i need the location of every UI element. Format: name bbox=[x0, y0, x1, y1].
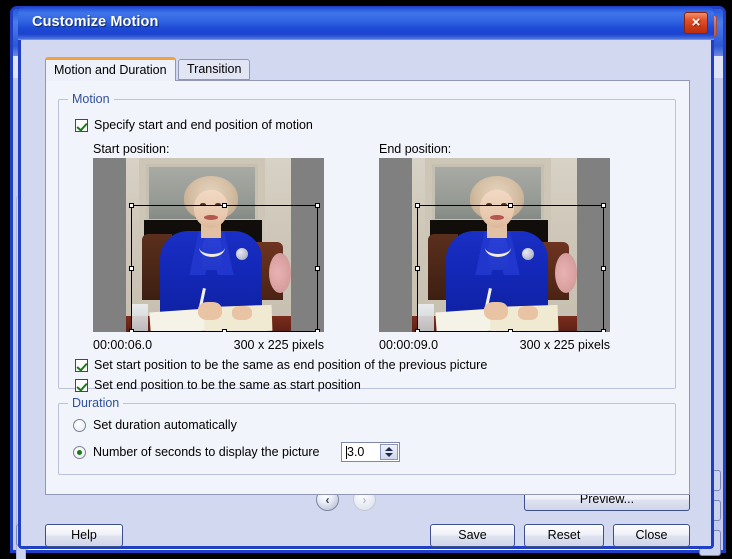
seconds-spinner-buttons[interactable] bbox=[380, 444, 398, 460]
set-duration-automatically-radio[interactable]: Set duration automatically bbox=[73, 418, 237, 432]
customize-motion-dialog: Customize Motion × Motion and Duration T… bbox=[18, 7, 714, 549]
resize-handle-e[interactable] bbox=[601, 265, 606, 271]
tab-transition[interactable]: Transition bbox=[178, 59, 251, 80]
resize-handle-ne[interactable] bbox=[315, 203, 320, 208]
sync-start-position-checkbox[interactable]: Set start position to be the same as end… bbox=[75, 358, 487, 372]
resize-handle-nw[interactable] bbox=[129, 203, 134, 208]
dialog-titlebar[interactable]: Customize Motion × bbox=[18, 7, 714, 40]
start-position-preview[interactable] bbox=[93, 158, 324, 332]
checkbox-icon bbox=[75, 118, 88, 132]
resize-handle-sw[interactable] bbox=[129, 329, 134, 332]
chevron-right-icon: › bbox=[362, 492, 367, 507]
resize-handle-ne[interactable] bbox=[601, 203, 606, 208]
spinner-down-icon[interactable] bbox=[385, 453, 393, 457]
end-position-preview[interactable] bbox=[379, 158, 610, 332]
dialog-body: Motion and Duration Transition Motion Sp… bbox=[21, 40, 711, 547]
reset-button[interactable]: Reset bbox=[524, 524, 604, 547]
resize-handle-se[interactable] bbox=[601, 329, 606, 332]
start-position-size: 300 x 225 pixels bbox=[233, 338, 324, 352]
dialog-title: Customize Motion bbox=[32, 14, 159, 30]
help-button[interactable]: Help bbox=[45, 524, 123, 547]
resize-handle-n[interactable] bbox=[221, 203, 227, 208]
tab-motion-and-duration[interactable]: Motion and Duration bbox=[45, 57, 176, 81]
resize-handle-w[interactable] bbox=[415, 265, 420, 271]
resize-handle-e[interactable] bbox=[315, 265, 320, 271]
specify-start-end-label: Specify start and end position of motion bbox=[94, 118, 313, 132]
specify-start-end-checkbox[interactable]: Specify start and end position of motion bbox=[75, 118, 313, 132]
duration-group: Duration Set duration automatically Numb… bbox=[58, 396, 676, 475]
resize-handle-s[interactable] bbox=[221, 329, 227, 332]
start-position-time: 00:00:06.0 bbox=[93, 338, 153, 352]
resize-handle-sw[interactable] bbox=[415, 329, 420, 332]
motion-group-title: Motion bbox=[68, 92, 114, 106]
end-position-size: 300 x 225 pixels bbox=[519, 338, 610, 352]
duration-group-title: Duration bbox=[68, 396, 124, 410]
seconds-value[interactable]: 3.0 bbox=[347, 445, 364, 459]
seconds-spinner[interactable]: 3.0 bbox=[341, 442, 400, 462]
tab-page-motion-and-duration: Motion Specify start and end position of… bbox=[45, 80, 690, 495]
resize-handle-w[interactable] bbox=[129, 265, 134, 271]
sync-start-position-label: Set start position to be the same as end… bbox=[94, 358, 488, 372]
start-position-selection-rect[interactable] bbox=[129, 203, 320, 332]
number-of-seconds-label: Number of seconds to display the picture bbox=[93, 445, 320, 459]
end-position-selection-rect[interactable] bbox=[415, 203, 606, 332]
close-icon: × bbox=[691, 14, 701, 31]
background-right-panel bbox=[699, 78, 723, 556]
spinner-up-icon[interactable] bbox=[385, 447, 393, 451]
checkbox-icon bbox=[75, 358, 88, 372]
resize-handle-n[interactable] bbox=[507, 203, 513, 208]
dialog-close-button[interactable]: × bbox=[684, 12, 708, 34]
start-position-label: Start position: bbox=[93, 142, 170, 156]
resize-handle-se[interactable] bbox=[315, 329, 320, 332]
sync-end-position-checkbox[interactable]: Set end position to be the same as start… bbox=[75, 378, 361, 392]
number-of-seconds-radio[interactable]: Number of seconds to display the picture bbox=[73, 445, 320, 459]
resize-handle-s[interactable] bbox=[507, 329, 513, 332]
end-position-time: 00:00:09.0 bbox=[379, 338, 439, 352]
motion-group: Motion Specify start and end position of… bbox=[58, 92, 676, 392]
chevron-left-icon: ‹ bbox=[325, 492, 330, 507]
end-position-label: End position: bbox=[379, 142, 452, 156]
close-button[interactable]: Close bbox=[613, 524, 690, 547]
checkbox-icon bbox=[75, 378, 88, 392]
radio-icon bbox=[73, 418, 86, 432]
set-duration-automatically-label: Set duration automatically bbox=[93, 418, 237, 432]
screen: × Customize Motion × Motion a bbox=[0, 0, 732, 559]
save-button[interactable]: Save bbox=[430, 524, 515, 547]
radio-icon-selected bbox=[73, 445, 86, 459]
resize-handle-nw[interactable] bbox=[415, 203, 420, 208]
sync-end-position-label: Set end position to be the same as start… bbox=[94, 378, 361, 392]
